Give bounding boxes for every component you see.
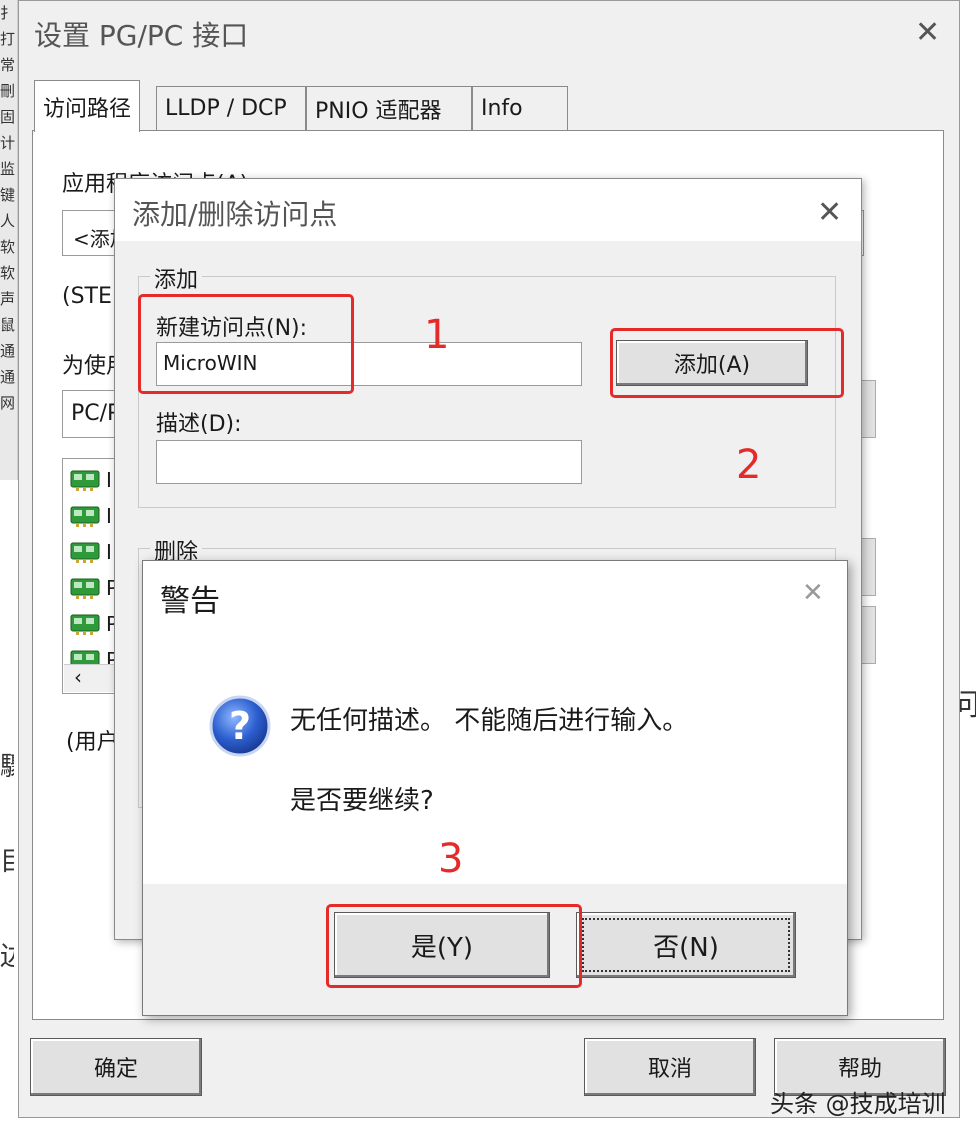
- ok-button[interactable]: 确定: [30, 1038, 202, 1096]
- background-left-char: 通: [0, 368, 16, 386]
- warning-close-icon[interactable]: ✕: [802, 580, 824, 606]
- scroll-left-icon[interactable]: ‹: [74, 665, 82, 689]
- background-left-char: 刪: [0, 82, 16, 100]
- question-icon: ?: [208, 694, 272, 758]
- background-left-char: 鼠: [0, 316, 16, 334]
- main-close-icon[interactable]: ✕: [915, 18, 940, 48]
- background-left-char: 常: [0, 56, 16, 74]
- tab-info[interactable]: Info: [472, 86, 568, 130]
- list-item-label: I: [106, 540, 112, 564]
- list-item[interactable]: I: [70, 538, 112, 566]
- main-window-title: 设置 PG/PC 接口: [34, 19, 249, 52]
- add-button[interactable]: 添加(A): [616, 340, 808, 386]
- tab-lldp-dcp[interactable]: LLDP / DCP: [156, 86, 306, 130]
- user-note: (用户: [66, 730, 119, 755]
- tab-pnio-adapter[interactable]: PNIO 适配器: [306, 86, 472, 130]
- background-left-char: 通: [0, 342, 16, 360]
- background-left-char: 计: [0, 134, 16, 152]
- background-left-char: 软: [0, 264, 16, 282]
- background-left-char: 监: [0, 160, 16, 178]
- background-left-char: 网: [0, 394, 16, 412]
- new-access-point-label: 新建访问点(N):: [156, 316, 308, 341]
- yes-button[interactable]: 是(Y): [334, 912, 550, 978]
- add-dialog-title: 添加/删除访问点: [132, 198, 338, 231]
- warning-message: 无任何描述。 不能随后进行输入。: [290, 706, 689, 736]
- network-adapter-icon: [70, 506, 100, 527]
- background-left-lower-char: 驟: [0, 752, 14, 782]
- list-item[interactable]: P: [70, 574, 118, 602]
- cancel-button[interactable]: 取消: [584, 1038, 756, 1096]
- svg-text:?: ?: [229, 704, 251, 748]
- background-left-char: 人: [0, 212, 16, 230]
- background-left-chars: 扌打常刪固计监键人软软声鼠通通网: [0, 0, 18, 416]
- list-item[interactable]: P: [70, 610, 118, 638]
- no-button[interactable]: 否(N): [576, 912, 796, 978]
- list-item[interactable]: I: [70, 466, 112, 494]
- list-item-label: I: [106, 468, 112, 492]
- warning-question: 是否要继续?: [290, 786, 434, 816]
- description-label: 描述(D):: [156, 412, 242, 437]
- warning-title: 警告: [160, 584, 220, 619]
- new-access-point-input[interactable]: MicroWIN: [156, 342, 582, 386]
- background-left-char: 扌: [0, 4, 16, 22]
- annotation-number-3: 3: [438, 836, 464, 882]
- add-dialog-close-icon[interactable]: ✕: [817, 198, 842, 228]
- background-left-char: 声: [0, 290, 16, 308]
- add-group-title: 添加: [150, 262, 203, 294]
- network-adapter-icon: [70, 614, 100, 635]
- list-item-label: I: [106, 504, 112, 528]
- annotation-number-1: 1: [424, 312, 450, 358]
- network-adapter-icon: [70, 470, 100, 491]
- description-input[interactable]: [156, 440, 582, 484]
- network-adapter-icon: [70, 578, 100, 599]
- watermark: 头条 @技成培训: [770, 1090, 946, 1118]
- annotation-number-2: 2: [736, 442, 762, 488]
- background-left-char: 固: [0, 108, 16, 126]
- list-item[interactable]: I: [70, 502, 112, 530]
- background-left-lower-char: 边: [0, 942, 14, 972]
- tab-access-path[interactable]: 访问路径: [34, 80, 141, 132]
- background-left-char: 键: [0, 186, 16, 204]
- background-left-char: 打: [0, 30, 16, 48]
- background-left-lower-char: 目: [0, 847, 14, 877]
- network-adapter-icon: [70, 542, 100, 563]
- background-left-lower: 驟目边: [0, 720, 14, 1005]
- background-left-char: 软: [0, 238, 16, 256]
